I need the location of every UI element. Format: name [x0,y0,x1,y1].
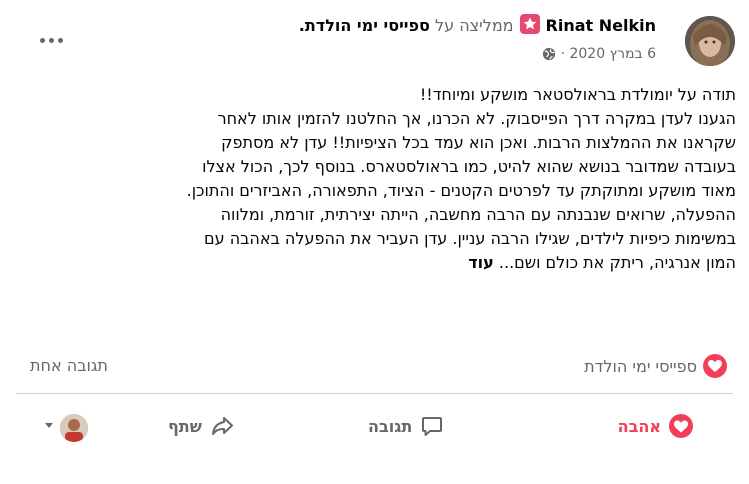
author-avatar[interactable] [685,16,735,66]
page-name-link[interactable]: ספייסי ימי הולדת [305,16,430,35]
post-text-line: במשימות כיפיות לילדים, שגילו הרבה עניין.… [204,229,736,248]
action-bar: אהבה תגובה שתף [16,402,733,450]
speech-bubble-icon [422,417,443,436]
post-text-last: המון אנרגיה, ריתק את כולם ושם... [498,253,736,272]
post-card: Rinat Nelkin ממליצה על ספייסי ימי הולדת. … [0,0,749,484]
post-text-line: הגענו לעדן במקרה דרך הפייסבוק. לא הכרנו,… [217,109,736,128]
reactor-name: ספייסי ימי הולדת [584,357,697,376]
post-text-line: שקראנו את ההמלצות הרבות. ואכן הוא עמד בכ… [221,133,736,152]
meta-separator: · [560,46,566,62]
post-meta: 6 במרץ 2020 · [542,44,656,67]
more-options-button[interactable] [36,28,72,52]
post-text-line: ההפעלה, שרואים שנבנתה עם הרבה מחשבה, היי… [220,205,736,224]
audience-avatar [60,414,88,442]
post-header-line: Rinat Nelkin ממליצה על ספייסי ימי הולדת. [299,14,656,38]
comment-button[interactable]: תגובה [368,410,444,444]
post-date[interactable]: 6 במרץ 2020 [569,46,656,62]
post-body: תודה על יומולדת בראולסטאר מושקע ומיוחד!!… [14,83,736,275]
heart-icon [669,414,693,438]
heart-icon [703,354,727,378]
post-text-line: תודה על יומולדת בראולסטאר מושקע ומיוחד!! [419,85,736,104]
caret-down-icon [45,423,53,428]
post-text-last-line: המון אנרגיה, ריתק את כולם ושם... עוד [14,251,736,275]
reaction-stats: ספייסי ימי הולדת תגובה אחת [16,348,733,384]
more-dot [49,38,54,43]
comment-label: תגובה [368,417,413,436]
love-button[interactable]: אהבה [618,410,693,444]
share-arrow-icon [211,417,233,435]
post-text-line: מאוד מושקע ומתוקתק עד לפרטים הקטנים - הצ… [186,181,736,200]
more-horizontal-icon [40,38,45,43]
share-button[interactable]: שתף [168,410,234,444]
love-label: אהבה [617,417,661,436]
actions-divider [16,393,733,394]
globe-icon [542,47,556,67]
post-text-line: בעובדה שמדובר בנושא שהוא להיט, כמו בראול… [202,157,736,176]
see-more-link[interactable]: עוד [468,253,494,272]
share-label: שתף [168,417,202,436]
comments-count[interactable]: תגובה אחת [30,354,108,378]
reactions-summary[interactable]: ספייסי ימי הולדת [584,354,727,379]
star-badge-icon [519,14,540,34]
more-dot [58,38,63,43]
audience-selector[interactable] [44,410,114,444]
recommends-text: ממליצה על [435,16,514,35]
author-name[interactable]: Rinat Nelkin [546,16,656,35]
